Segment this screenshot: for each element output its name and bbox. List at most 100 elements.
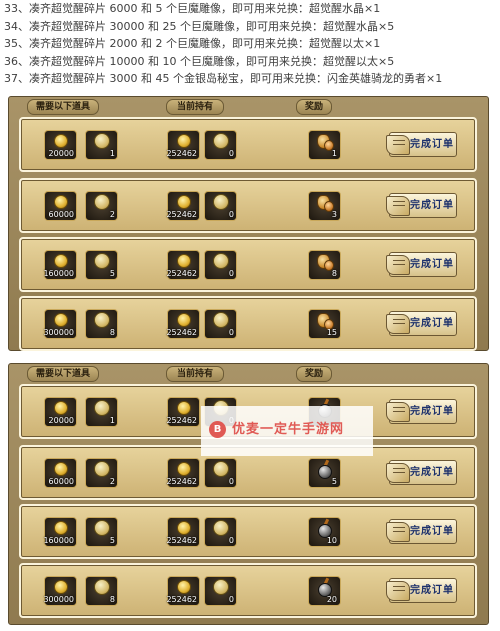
coin-icon [54,521,68,535]
held-statue-slot[interactable]: 0 [204,309,237,339]
scroll-icon [386,196,410,216]
statue-icon [213,253,229,269]
held-shard-slot[interactable]: 252462 [166,397,200,427]
intro-text: 33、凑齐超觉醒碎片 6000 和 5 个巨魔雕像，即可用来兑换：超觉醒水晶×1… [4,0,498,88]
shard-item-slot[interactable]: 20000 [44,130,77,160]
complete-order-button[interactable]: 完成订单 [386,193,457,218]
held-statue-slot[interactable]: 0 [204,576,237,606]
reward-count: 3 [331,210,337,219]
reward-slot[interactable]: 20 [308,576,341,606]
coin-icon [54,195,68,209]
coin-icon [177,521,191,535]
scroll-icon [386,463,410,483]
shard-item-slot[interactable]: 20000 [44,397,77,427]
complete-order-label: 完成订单 [410,259,454,270]
reward-slot[interactable]: 10 [308,517,341,547]
shard-item-slot[interactable]: 60000 [44,458,77,488]
statue-icon [94,400,110,416]
reward-slot[interactable]: 5 [308,458,341,488]
complete-order-label: 完成订单 [410,318,454,329]
statue-item-slot[interactable]: 1 [85,397,118,427]
coin-icon [177,462,191,476]
reward-count: 15 [326,328,337,337]
scroll-icon [386,314,410,334]
statue-icon [213,194,229,210]
coin-icon [177,580,191,594]
held-shard-slot[interactable]: 252462 [166,458,200,488]
statue-item-slot[interactable]: 1 [85,130,118,160]
complete-order-button[interactable]: 完成订单 [386,460,457,485]
statue-icon [94,461,110,477]
held-statue-slot[interactable]: 0 [204,191,237,221]
required-statue-count: 5 [109,536,115,545]
reward-slot[interactable]: 8 [308,250,341,280]
scroll-icon [386,522,410,542]
panel-header: 需要以下道具 当前持有 奖励 [9,97,488,117]
reward-count: 8 [331,269,337,278]
order-row: 300000 8 252462 0 15 完成订单 [19,296,477,351]
reward-count: 20 [326,595,337,604]
held-shard-slot[interactable]: 252462 [166,309,200,339]
coin-icon [177,254,191,268]
statue-icon [94,312,110,328]
held-shard-slot[interactable]: 252462 [166,191,200,221]
watermark: 优麦一定牛手游网 [201,406,373,456]
reward-slot[interactable]: 1 [308,130,341,160]
held-statue-slot[interactable]: 0 [204,517,237,547]
intro-line: 33、凑齐超觉醒碎片 6000 和 5 个巨魔雕像，即可用来兑换：超觉醒水晶×1 [4,2,381,15]
shard-item-slot[interactable]: 300000 [43,309,77,339]
held-shard-slot[interactable]: 252462 [166,576,200,606]
panel-header: 需要以下道具 当前持有 奖励 [9,364,488,384]
held-shards-count: 252462 [166,595,197,604]
header-reward: 奖励 [296,99,332,115]
statue-item-slot[interactable]: 8 [85,309,118,339]
statue-item-slot[interactable]: 2 [85,458,118,488]
statue-icon [94,579,110,595]
header-held: 当前持有 [166,99,224,115]
complete-order-button[interactable]: 完成订单 [386,311,457,336]
intro-line: 36、凑齐超觉醒碎片 10000 和 10 个巨魔雕像，即可用来兑换：超觉醒以太… [4,54,395,68]
held-shards-count: 252462 [166,210,197,219]
complete-order-label: 完成订单 [410,139,454,150]
held-shard-slot[interactable]: 252462 [166,250,200,280]
reward-count: 1 [331,149,337,158]
statue-item-slot[interactable]: 5 [85,517,118,547]
held-statue-slot[interactable]: 0 [204,130,237,160]
shard-item-slot[interactable]: 160000 [43,517,77,547]
reward-slot[interactable]: 15 [308,309,341,339]
reward-slot[interactable]: 3 [308,191,341,221]
statue-icon [94,194,110,210]
header-required: 需要以下道具 [27,366,99,382]
complete-order-button[interactable]: 完成订单 [386,578,457,603]
shard-item-slot[interactable]: 60000 [44,191,77,221]
shard-item-slot[interactable]: 300000 [43,576,77,606]
required-statue-count: 2 [109,477,115,486]
complete-order-button[interactable]: 完成订单 [386,132,457,157]
order-panel-2: 需要以下道具 当前持有 奖励 20000 1 252462 0 完成订单 600… [8,363,489,625]
held-statue-count: 0 [228,595,234,604]
statue-item-slot[interactable]: 2 [85,191,118,221]
order-row: 60000 2 252462 0 3 完成订单 [19,178,477,233]
required-shards-count: 160000 [43,536,74,545]
coin-icon [54,462,68,476]
held-shard-slot[interactable]: 252462 [166,130,200,160]
held-statue-count: 0 [228,269,234,278]
held-shard-slot[interactable]: 252462 [166,517,200,547]
required-shards-count: 20000 [48,149,74,158]
held-statue-slot[interactable]: 0 [204,250,237,280]
held-statue-slot[interactable]: 0 [204,458,237,488]
statue-icon [94,133,110,149]
required-shards-count: 60000 [48,210,74,219]
reward-count: 10 [326,536,337,545]
complete-order-button[interactable]: 完成订单 [386,399,457,424]
complete-order-label: 完成订单 [410,200,454,211]
complete-order-button[interactable]: 完成订单 [386,519,457,544]
statue-item-slot[interactable]: 8 [85,576,118,606]
shard-item-slot[interactable]: 160000 [43,250,77,280]
intro-line: 37、凑齐超觉醒碎片 3000 和 45 个金银岛秘宝，即可用来兑换：闪金英雄骑… [4,72,443,85]
held-statue-count: 0 [228,536,234,545]
required-shards-count: 300000 [43,328,74,337]
complete-order-button[interactable]: 完成订单 [386,252,457,277]
statue-item-slot[interactable]: 5 [85,250,118,280]
coin-icon [54,580,68,594]
